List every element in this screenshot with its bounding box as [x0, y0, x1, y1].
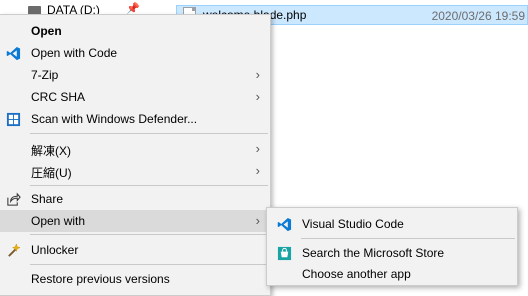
file-date: 2020/03/26 19:59 — [431, 9, 525, 23]
menu-item-label: Open with Code — [31, 46, 118, 60]
menu-item-label: CRC SHA — [31, 90, 86, 104]
menu-item-label: 圧縮(U) — [31, 166, 72, 180]
vscode-icon — [276, 216, 292, 232]
submenu-item-visual-studio-code[interactable]: Visual Studio Code — [267, 213, 517, 235]
submenu-item-choose-another-app[interactable]: Choose another app — [267, 263, 517, 285]
menu-item-compress[interactable]: 圧縮(U) › — [0, 160, 270, 182]
chevron-right-icon: › — [255, 89, 260, 104]
menu-item-scan-defender[interactable]: Scan with Windows Defender... — [0, 108, 270, 130]
menu-separator — [30, 234, 268, 235]
menu-separator — [30, 185, 268, 186]
menu-item-crc-sha[interactable]: CRC SHA › — [0, 86, 270, 108]
menu-item-open-with-code[interactable]: Open with Code — [0, 42, 270, 64]
unlocker-wand-icon — [5, 242, 21, 258]
open-with-submenu: Visual Studio Code Search the Microsoft … — [266, 207, 518, 286]
menu-separator — [301, 238, 515, 239]
vscode-icon — [5, 45, 21, 61]
menu-item-label: 解凍(X) — [31, 144, 71, 158]
menu-item-share[interactable]: Share — [0, 188, 270, 210]
menu-item-label: Scan with Windows Defender... — [31, 112, 198, 126]
menu-item-open[interactable]: Open — [0, 20, 270, 42]
menu-item-label: Unlocker — [31, 243, 79, 257]
menu-item-label: 7-Zip — [31, 68, 59, 82]
menu-item-label: Open — [31, 24, 62, 38]
chevron-right-icon: › — [255, 213, 260, 228]
submenu-item-label: Search the Microsoft Store — [302, 246, 445, 260]
menu-item-open-with[interactable]: Open with › — [0, 210, 270, 232]
chevron-right-icon: › — [255, 163, 260, 178]
context-menu: Open Open with Code 7-Zip › CRC SHA › Sc… — [0, 14, 271, 296]
menu-item-label: Restore previous versions — [31, 272, 170, 286]
chevron-right-icon: › — [255, 141, 260, 156]
chevron-right-icon: › — [255, 67, 260, 82]
microsoft-store-icon — [276, 245, 292, 261]
windows-defender-icon — [5, 111, 21, 127]
share-icon — [5, 191, 21, 207]
menu-item-unlocker[interactable]: Unlocker — [0, 239, 270, 261]
submenu-item-label: Visual Studio Code — [302, 217, 404, 231]
submenu-item-search-microsoft-store[interactable]: Search the Microsoft Store — [267, 242, 517, 264]
menu-item-7zip[interactable]: 7-Zip › — [0, 64, 270, 86]
menu-separator — [30, 133, 268, 134]
menu-item-label: Share — [31, 192, 64, 206]
menu-item-restore-previous-versions[interactable]: Restore previous versions — [0, 268, 270, 290]
menu-separator — [30, 264, 268, 265]
menu-item-label: Open with — [31, 214, 86, 228]
submenu-item-label: Choose another app — [302, 267, 411, 281]
menu-item-extract[interactable]: 解凍(X) › — [0, 138, 270, 160]
